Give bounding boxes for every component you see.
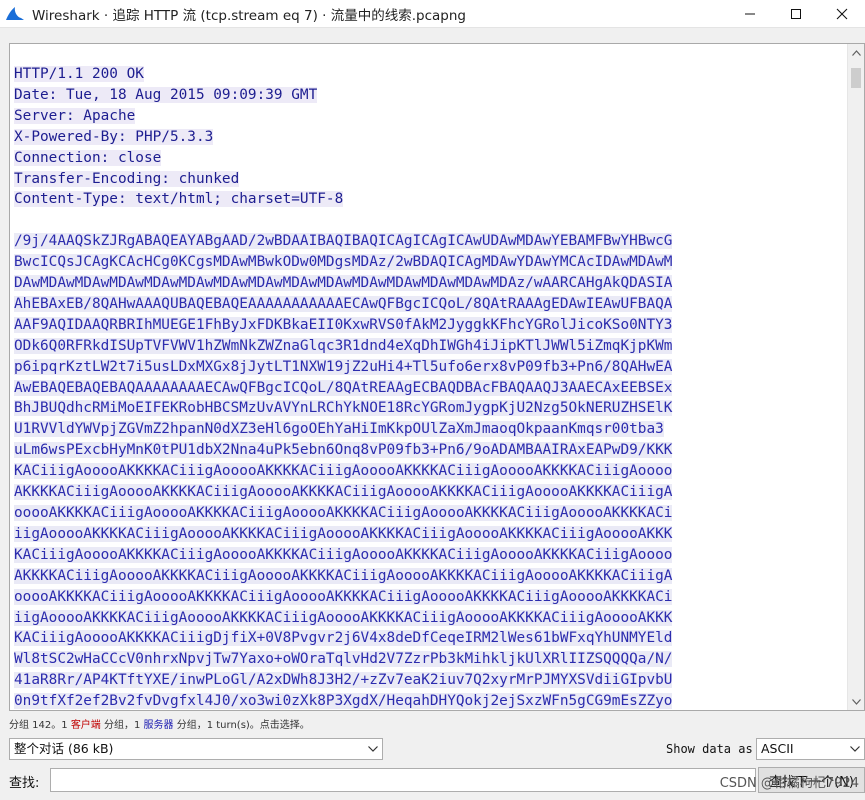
find-label: 查找: [9, 776, 40, 791]
status-prefix: 分组 142。1 [9, 720, 71, 731]
body-line: p6ipqrKztLW2t7i5usLDxMXGx8jJytLT1NXW19jZ… [14, 358, 673, 375]
minimize-icon [745, 13, 755, 15]
body-line: iigAooooAKKKKACiiigAooooAKKKKACiiigAoooo… [14, 609, 673, 626]
header-line: HTTP/1.1 200 OK [14, 66, 144, 82]
body-line: DAwMDAwMDAwMDAwMDAwMDAwMDAwMDAwMDAwMDAwM… [14, 275, 673, 292]
body-line: AKKKKACiiigAooooAKKKKACiiigAooooAKKKKACi… [14, 567, 673, 584]
conversation-select-value: 整个对话 (86 kB) [14, 741, 114, 756]
status-server-link[interactable]: 服务器 [144, 720, 174, 731]
chevron-down-icon [368, 739, 378, 759]
close-button[interactable] [819, 0, 865, 28]
chevron-down-icon [850, 739, 860, 759]
body-line: 0n9tfXf2ef2Bv2fvDvgfxl4J0/xo3wi0zXk8P3Xg… [14, 693, 673, 710]
body-line: BwcICQsJCAgKCAcHCg0KCgsMDAwMBwkODw0MDgsM… [14, 254, 673, 271]
stream-content-panel[interactable]: HTTP/1.1 200 OK Date: Tue, 18 Aug 2015 0… [9, 43, 865, 711]
header-line: Server: Apache [14, 107, 136, 124]
header-line: X-Powered-By: PHP/5.3.3 [14, 128, 214, 145]
scroll-down-arrow-icon[interactable] [848, 693, 864, 710]
body-line: /9j/4AAQSkZJRgABAQEAYABgAAD/2wBDAAIBAQIB… [14, 233, 673, 250]
title-bar: Wireshark · 追踪 HTTP 流 (tcp.stream eq 7) … [0, 0, 865, 28]
wireshark-fin-icon [4, 3, 26, 25]
body-line: KACiiigAooooAKKKKACiiigDjfiX+0V8Pvgvr2j6… [14, 630, 673, 647]
vertical-scrollbar[interactable] [847, 44, 864, 710]
maximize-icon [791, 9, 801, 19]
body-line: ooooAKKKKACiiigAooooAKKKKACiiigAooooAKKK… [14, 505, 673, 522]
stream-text[interactable]: HTTP/1.1 200 OK Date: Tue, 18 Aug 2015 0… [10, 44, 847, 710]
body-line: 41aR8Rr/AP4KTftYXE/inwPLoGl/A2xDWh8J3H2/… [14, 672, 673, 689]
show-data-select-value: ASCII [761, 741, 794, 756]
body-line: KACiiigAooooAKKKKACiiigAooooAKKKKACiiigA… [14, 463, 673, 480]
status-middle: 分组，1 [100, 720, 144, 731]
header-line: Content-Type: text/html; charset=UTF-8 [14, 191, 344, 208]
body-line: AwEBAQEBAQEBAQAAAAAAAAECAwQFBgcICQoL/8QA… [14, 379, 673, 396]
body-line: ODk6Q0RFRkdISUpTVFVWV1hZWmNkZWZnaGlqc3R1… [14, 337, 673, 354]
find-input[interactable] [50, 768, 756, 792]
response-headers: HTTP/1.1 200 OK Date: Tue, 18 Aug 2015 0… [14, 64, 847, 210]
scrollbar-thumb[interactable] [851, 68, 861, 88]
stream-status-text: 分组 142。1 客户端 分组，1 服务器 分组，1 turn(s)。点击选择。 [9, 716, 310, 731]
header-line: Connection: close [14, 149, 162, 166]
status-client-link[interactable]: 客户端 [71, 720, 101, 731]
csdn-watermark: CSDN @柑橘枸杞7924 [719, 776, 859, 791]
body-line: ooooAKKKKACiiigAooooAKKKKACiiigAooooAKKK… [14, 588, 673, 605]
body-line: U1RVVldYWVpjZGVmZ2hpanN0dXZ3eHl6goOEhYaH… [14, 421, 664, 438]
body-line: AAF9AQIDAAQRBRIhMUEGE1FhByJxFDKBkaEII0Kx… [14, 316, 673, 333]
header-line: Transfer-Encoding: chunked [14, 170, 240, 187]
scroll-up-arrow-icon[interactable] [848, 44, 864, 61]
response-body: /9j/4AAQSkZJRgABAQEAYABgAAD/2wBDAAIBAQIB… [14, 231, 847, 710]
body-line: uLm6wsPExcbHyMnK0tPU1dbX2Nna4uPk5ebn6Onq… [14, 442, 673, 459]
window-title: Wireshark · 追踪 HTTP 流 (tcp.stream eq 7) … [32, 7, 466, 24]
close-icon [836, 8, 848, 20]
status-suffix: 分组，1 turn(s)。点击选择。 [173, 720, 310, 731]
show-data-select[interactable]: ASCII [756, 738, 865, 760]
minimize-button[interactable] [727, 0, 773, 28]
show-data-label: Show data as [666, 742, 753, 756]
maximize-button[interactable] [773, 0, 819, 28]
header-line: Date: Tue, 18 Aug 2015 09:09:39 GMT [14, 86, 318, 103]
body-line: BhJBUQdhcRMiMoEIFEKRobHBCSMzUvAVYnLRChYk… [14, 400, 673, 417]
conversation-select[interactable]: 整个对话 (86 kB) [9, 738, 383, 760]
body-line: Wl8tSC2wHaCCcV0nhrxNpvjTw7Yaxo+oWOraTqlv… [14, 651, 673, 668]
body-line: AhEBAxEB/8QAHwAAAQUBAQEBAQEAAAAAAAAAAAEC… [14, 295, 673, 312]
body-line: iigAooooAKKKKACiiigAooooAKKKKACiiigAoooo… [14, 525, 673, 542]
body-line: AKKKKACiiigAooooAKKKKACiiigAooooAKKKKACi… [14, 484, 673, 501]
body-line: KACiiigAooooAKKKKACiiigAooooAKKKKACiiigA… [14, 546, 673, 563]
